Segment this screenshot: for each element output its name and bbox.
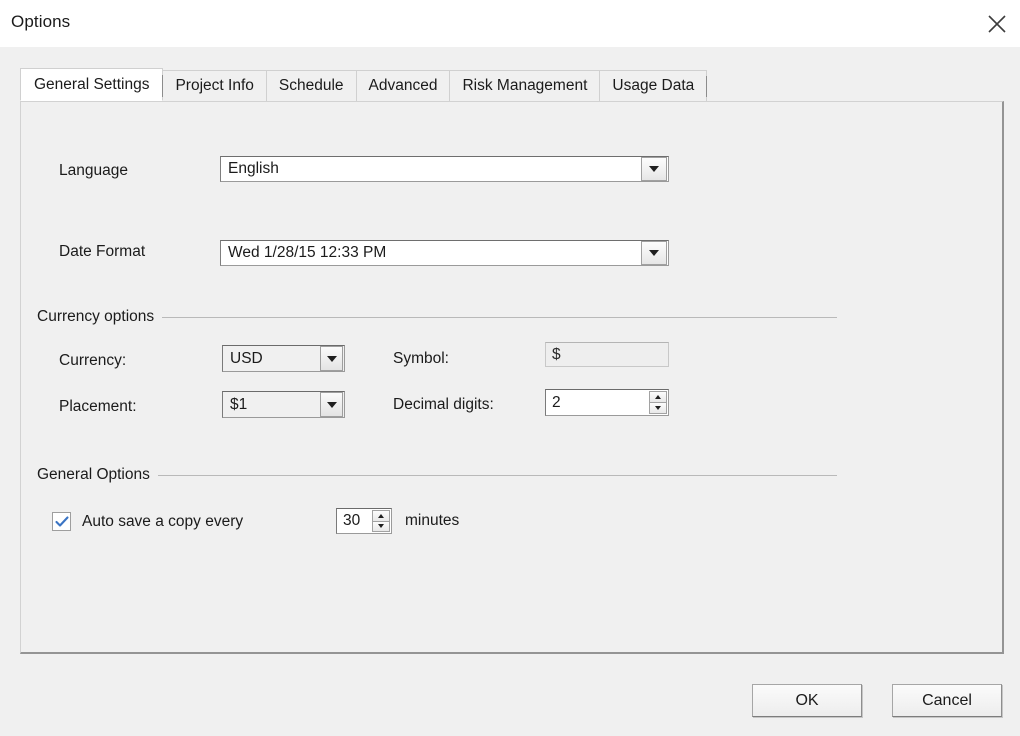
close-button[interactable] bbox=[973, 0, 1020, 47]
tab-strip: General Settings Project Info Schedule A… bbox=[20, 70, 706, 101]
tab-label: Project Info bbox=[175, 77, 253, 95]
stepper-buttons[interactable] bbox=[372, 510, 390, 532]
close-icon bbox=[986, 13, 1008, 35]
autosave-interval-value: 30 bbox=[337, 509, 371, 533]
currency-label: Currency: bbox=[59, 352, 126, 370]
stepper-up-icon[interactable] bbox=[649, 391, 667, 403]
placement-label: Placement: bbox=[59, 398, 137, 416]
autosave-unit-label: minutes bbox=[405, 512, 459, 530]
tab-project-info[interactable]: Project Info bbox=[162, 70, 266, 101]
decimal-digits-stepper[interactable]: 2 bbox=[545, 389, 669, 416]
chevron-down-icon[interactable] bbox=[320, 346, 343, 371]
symbol-label: Symbol: bbox=[393, 350, 449, 368]
chevron-down-icon[interactable] bbox=[320, 392, 343, 417]
ok-button[interactable]: OK bbox=[752, 684, 862, 717]
tab-general-settings[interactable]: General Settings bbox=[20, 68, 163, 101]
stepper-down-icon[interactable] bbox=[649, 403, 667, 414]
dialog-body: General Settings Project Info Schedule A… bbox=[0, 47, 1020, 736]
decimal-digits-label: Decimal digits: bbox=[393, 396, 494, 414]
currency-dropdown[interactable]: USD bbox=[222, 345, 345, 372]
tab-separator bbox=[162, 75, 163, 97]
tab-panel-general-settings: Language English For changes to take eff… bbox=[20, 101, 1004, 654]
autosave-label: Auto save a copy every bbox=[82, 513, 243, 531]
date-format-label: Date Format bbox=[59, 243, 145, 261]
stepper-up-icon[interactable] bbox=[372, 510, 390, 522]
tab-separator bbox=[706, 76, 707, 97]
currency-value: USD bbox=[223, 350, 319, 368]
cancel-button[interactable]: Cancel bbox=[892, 684, 1002, 717]
chevron-down-icon[interactable] bbox=[641, 157, 667, 181]
stepper-down-icon[interactable] bbox=[372, 522, 390, 533]
tab-label: Advanced bbox=[369, 77, 438, 95]
currency-options-group-title: Currency options bbox=[37, 308, 162, 326]
date-format-dropdown[interactable]: Wed 1/28/15 12:33 PM bbox=[220, 240, 669, 266]
tab-label: Risk Management bbox=[462, 77, 587, 95]
placement-dropdown[interactable]: $1 bbox=[222, 391, 345, 418]
tab-advanced[interactable]: Advanced bbox=[356, 70, 451, 101]
decimal-digits-value: 2 bbox=[546, 390, 648, 415]
general-options-group-title: General Options bbox=[37, 466, 158, 484]
autosave-checkbox[interactable] bbox=[52, 512, 71, 531]
stepper-buttons[interactable] bbox=[649, 391, 667, 414]
tab-label: General Settings bbox=[34, 76, 149, 94]
date-format-value: Wed 1/28/15 12:33 PM bbox=[221, 244, 640, 262]
window-title: Options bbox=[11, 12, 70, 32]
symbol-field[interactable]: $ bbox=[545, 342, 669, 367]
language-label: Language bbox=[59, 162, 128, 180]
tab-label: Schedule bbox=[279, 77, 344, 95]
title-bar: Options bbox=[0, 0, 1020, 47]
checkmark-icon bbox=[55, 516, 69, 528]
tab-risk-management[interactable]: Risk Management bbox=[449, 70, 600, 101]
autosave-row: Auto save a copy every bbox=[52, 512, 243, 531]
tab-schedule[interactable]: Schedule bbox=[266, 70, 357, 101]
tab-label: Usage Data bbox=[612, 77, 694, 95]
chevron-down-icon[interactable] bbox=[641, 241, 667, 265]
placement-value: $1 bbox=[223, 396, 319, 414]
autosave-interval-stepper[interactable]: 30 bbox=[336, 508, 392, 534]
language-value: English bbox=[221, 160, 640, 178]
tab-usage-data[interactable]: Usage Data bbox=[599, 70, 707, 101]
language-dropdown[interactable]: English bbox=[220, 156, 669, 182]
